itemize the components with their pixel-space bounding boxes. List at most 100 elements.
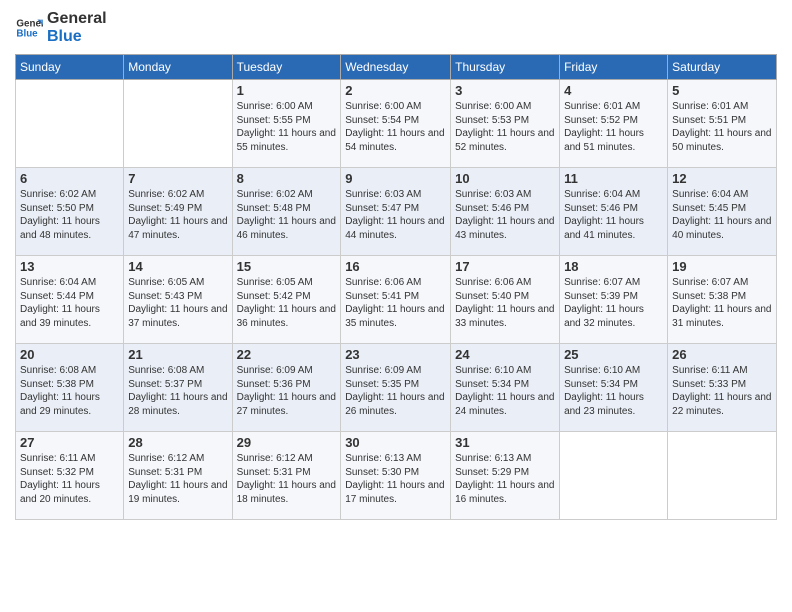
- day-number: 3: [455, 83, 555, 98]
- cell-info: Sunrise: 6:08 AM Sunset: 5:37 PM Daylight:…: [128, 364, 227, 418]
- daylight-text: Daylight: 11 hours and 23 minutes.: [564, 392, 644, 417]
- day-number: 16: [345, 259, 446, 274]
- day-number: 21: [128, 347, 227, 362]
- cell-info: Sunrise: 6:06 AMSunset: 5:40 PMDaylight:…: [455, 276, 555, 330]
- daylight-text: Daylight: 11 hours and 43 minutes.: [455, 216, 554, 241]
- calendar-cell: 31Sunrise: 6:13 AMSunset: 5:29 PMDayligh…: [451, 432, 560, 520]
- day-number: 17: [455, 259, 555, 274]
- cell-info: Sunrise: 6:13 AMSunset: 5:29 PMDaylight:…: [455, 452, 555, 506]
- calendar-cell: [16, 80, 124, 168]
- daylight-text: Daylight: 11 hours and 46 minutes.: [237, 216, 336, 241]
- calendar-cell: 16 Sunrise: 6:06 AM Sunset: 5:41 PM Dayligh…: [341, 256, 451, 344]
- daylight-text: Daylight: 11 hours and 29 minutes.: [20, 392, 100, 417]
- daylight-text: Daylight: 11 hours and 17 minutes.: [345, 480, 444, 505]
- daylight-text: Daylight: 11 hours and 39 minutes.: [20, 304, 100, 329]
- daylight-text: Daylight: 11 hours and 20 minutes.: [20, 480, 100, 505]
- calendar-cell: [560, 432, 668, 520]
- daylight-text: Daylight: 11 hours and 16 minutes.: [455, 480, 554, 505]
- daylight-text: Daylight: 11 hours and 28 minutes.: [128, 392, 227, 417]
- calendar-cell: 24Sunrise: 6:10 AMSunset: 5:34 PMDayligh…: [451, 344, 560, 432]
- sunset-text: Sunset: 5:45 PM: [672, 203, 746, 214]
- sunrise-text: Sunrise: 6:12 AM: [237, 453, 313, 464]
- sunrise-text: Sunrise: 6:03 AM: [455, 189, 531, 200]
- sunrise-text: Sunrise: 6:04 AM: [20, 277, 96, 288]
- sunset-text: Sunset: 5:29 PM: [455, 467, 529, 478]
- sunrise-text: Sunrise: 6:04 AM: [672, 189, 748, 200]
- daylight-text: Daylight: 11 hours and 18 minutes.: [237, 480, 336, 505]
- sunrise-text: Sunrise: 6:09 AM: [345, 365, 421, 376]
- day-number: 1: [237, 83, 337, 98]
- daylight-text: Daylight: 11 hours and 27 minutes.: [237, 392, 336, 417]
- day-number: 2: [345, 83, 446, 98]
- sunrise-text: Sunrise: 6:01 AM: [672, 101, 748, 112]
- sunset-text: Sunset: 5:34 PM: [564, 379, 638, 390]
- sunrise-text: Sunrise: 6:07 AM: [672, 277, 748, 288]
- daylight-text: Daylight: 11 hours and 35 minutes.: [345, 304, 444, 329]
- calendar-cell: 1 Sunrise: 6:00 AMSunset: 5:55 PMDaylight…: [232, 80, 341, 168]
- sunset-text: Sunset: 5:54 PM: [345, 115, 419, 126]
- cell-info: Sunrise: 6:13 AM Sunset: 5:30 PM Daylight:…: [345, 452, 446, 506]
- day-number: 18: [564, 259, 663, 274]
- cell-info: Sunrise: 6:02 AMSunset: 5:49 PMDaylight:…: [128, 188, 227, 242]
- sunset-text: Sunset: 5:38 PM: [20, 379, 94, 390]
- daylight-text: Daylight: 11 hours and 22 minutes.: [672, 392, 771, 417]
- sunrise-text: Sunrise: 6:08 AM: [128, 365, 204, 376]
- day-number: 25: [564, 347, 663, 362]
- cell-info: Sunrise: 6:06 AM Sunset: 5:41 PM Daylight:…: [345, 276, 446, 330]
- cell-info: Sunrise: 6:00 AMSunset: 5:55 PMDaylight:…: [237, 100, 337, 154]
- cell-info: Sunrise: 6:00 AMSunset: 5:53 PMDaylight:…: [455, 100, 555, 154]
- sunset-text: Sunset: 5:42 PM: [237, 291, 311, 302]
- col-header-sunday: Sunday: [16, 55, 124, 80]
- calendar-week-row: 27Sunrise: 6:11 AMSunset: 5:32 PMDayligh…: [16, 432, 777, 520]
- day-number: 11: [564, 171, 663, 186]
- cell-info: Sunrise: 6:11 AMSunset: 5:33 PMDaylight:…: [672, 364, 772, 418]
- sunrise-text: Sunrise: 6:04 AM: [564, 189, 640, 200]
- sunset-text: Sunset: 5:52 PM: [564, 115, 638, 126]
- logo-blue: Blue: [47, 28, 107, 46]
- day-number: 10: [455, 171, 555, 186]
- day-number: 13: [20, 259, 119, 274]
- sunrise-text: Sunrise: 6:06 AM: [345, 277, 421, 288]
- header: General Blue General Blue: [15, 10, 777, 46]
- sunset-text: Sunset: 5:37 PM: [128, 379, 202, 390]
- daylight-text: Daylight: 11 hours and 52 minutes.: [455, 128, 554, 153]
- day-number: 8: [237, 171, 337, 186]
- calendar-cell: 2Sunrise: 6:00 AMSunset: 5:54 PMDaylight…: [341, 80, 451, 168]
- daylight-text: Daylight: 11 hours and 54 minutes.: [345, 128, 444, 153]
- sunset-text: Sunset: 5:41 PM: [345, 291, 419, 302]
- daylight-text: Daylight: 11 hours and 24 minutes.: [455, 392, 554, 417]
- sunset-text: Sunset: 5:38 PM: [672, 291, 746, 302]
- sunset-text: Sunset: 5:44 PM: [20, 291, 94, 302]
- day-number: 30: [345, 435, 446, 450]
- sunrise-text: Sunrise: 6:10 AM: [455, 365, 531, 376]
- logo-icon: General Blue: [15, 14, 43, 42]
- cell-info: Sunrise: 6:03 AMSunset: 5:47 PMDaylight:…: [345, 188, 446, 242]
- daylight-text: Daylight: 11 hours and 47 minutes.: [128, 216, 227, 241]
- cell-info: Sunrise: 6:05 AMSunset: 5:43 PMDaylight:…: [128, 276, 227, 330]
- sunrise-text: Sunrise: 6:12 AM: [128, 453, 204, 464]
- daylight-text: Daylight: 11 hours and 36 minutes.: [237, 304, 336, 329]
- day-number: 23: [345, 347, 446, 362]
- calendar-cell: 23Sunrise: 6:09 AMSunset: 5:35 PMDayligh…: [341, 344, 451, 432]
- daylight-text: Daylight: 11 hours and 40 minutes.: [672, 216, 771, 241]
- sunset-text: Sunset: 5:30 PM: [345, 467, 419, 478]
- daylight-text: Daylight: 11 hours and 31 minutes.: [672, 304, 771, 329]
- day-number: 9: [345, 171, 446, 186]
- cell-info: Sunrise: 6:04 AM Sunset: 5:44 PM Daylight:…: [20, 276, 119, 330]
- sunrise-text: Sunrise: 6:07 AM: [564, 277, 640, 288]
- cell-info: Sunrise: 6:12 AM Sunset: 5:31 PM Daylight:…: [237, 452, 337, 506]
- cell-info: Sunrise: 6:04 AM Sunset: 5:45 PM Daylight:…: [672, 188, 772, 242]
- sunrise-text: Sunrise: 6:08 AM: [20, 365, 96, 376]
- sunrise-text: Sunrise: 6:10 AM: [564, 365, 640, 376]
- col-header-monday: Monday: [124, 55, 232, 80]
- sunrise-text: Sunrise: 6:13 AM: [345, 453, 421, 464]
- sunrise-text: Sunrise: 6:11 AM: [20, 453, 95, 464]
- cell-info: Sunrise: 6:11 AM Sunset: 5:32 PM Daylight:…: [20, 452, 119, 506]
- sunrise-text: Sunrise: 6:02 AM: [128, 189, 204, 200]
- sunset-text: Sunset: 5:43 PM: [128, 291, 202, 302]
- sunset-text: Sunset: 5:31 PM: [237, 467, 311, 478]
- calendar-cell: 22Sunrise: 6:09 AMSunset: 5:36 PMDayligh…: [232, 344, 341, 432]
- calendar-cell: 17 Sunrise: 6:06 AMSunset: 5:40 PMDayligh…: [451, 256, 560, 344]
- sunset-text: Sunset: 5:32 PM: [20, 467, 94, 478]
- calendar-week-row: 6Sunrise: 6:02 AMSunset: 5:50 PMDaylight…: [16, 168, 777, 256]
